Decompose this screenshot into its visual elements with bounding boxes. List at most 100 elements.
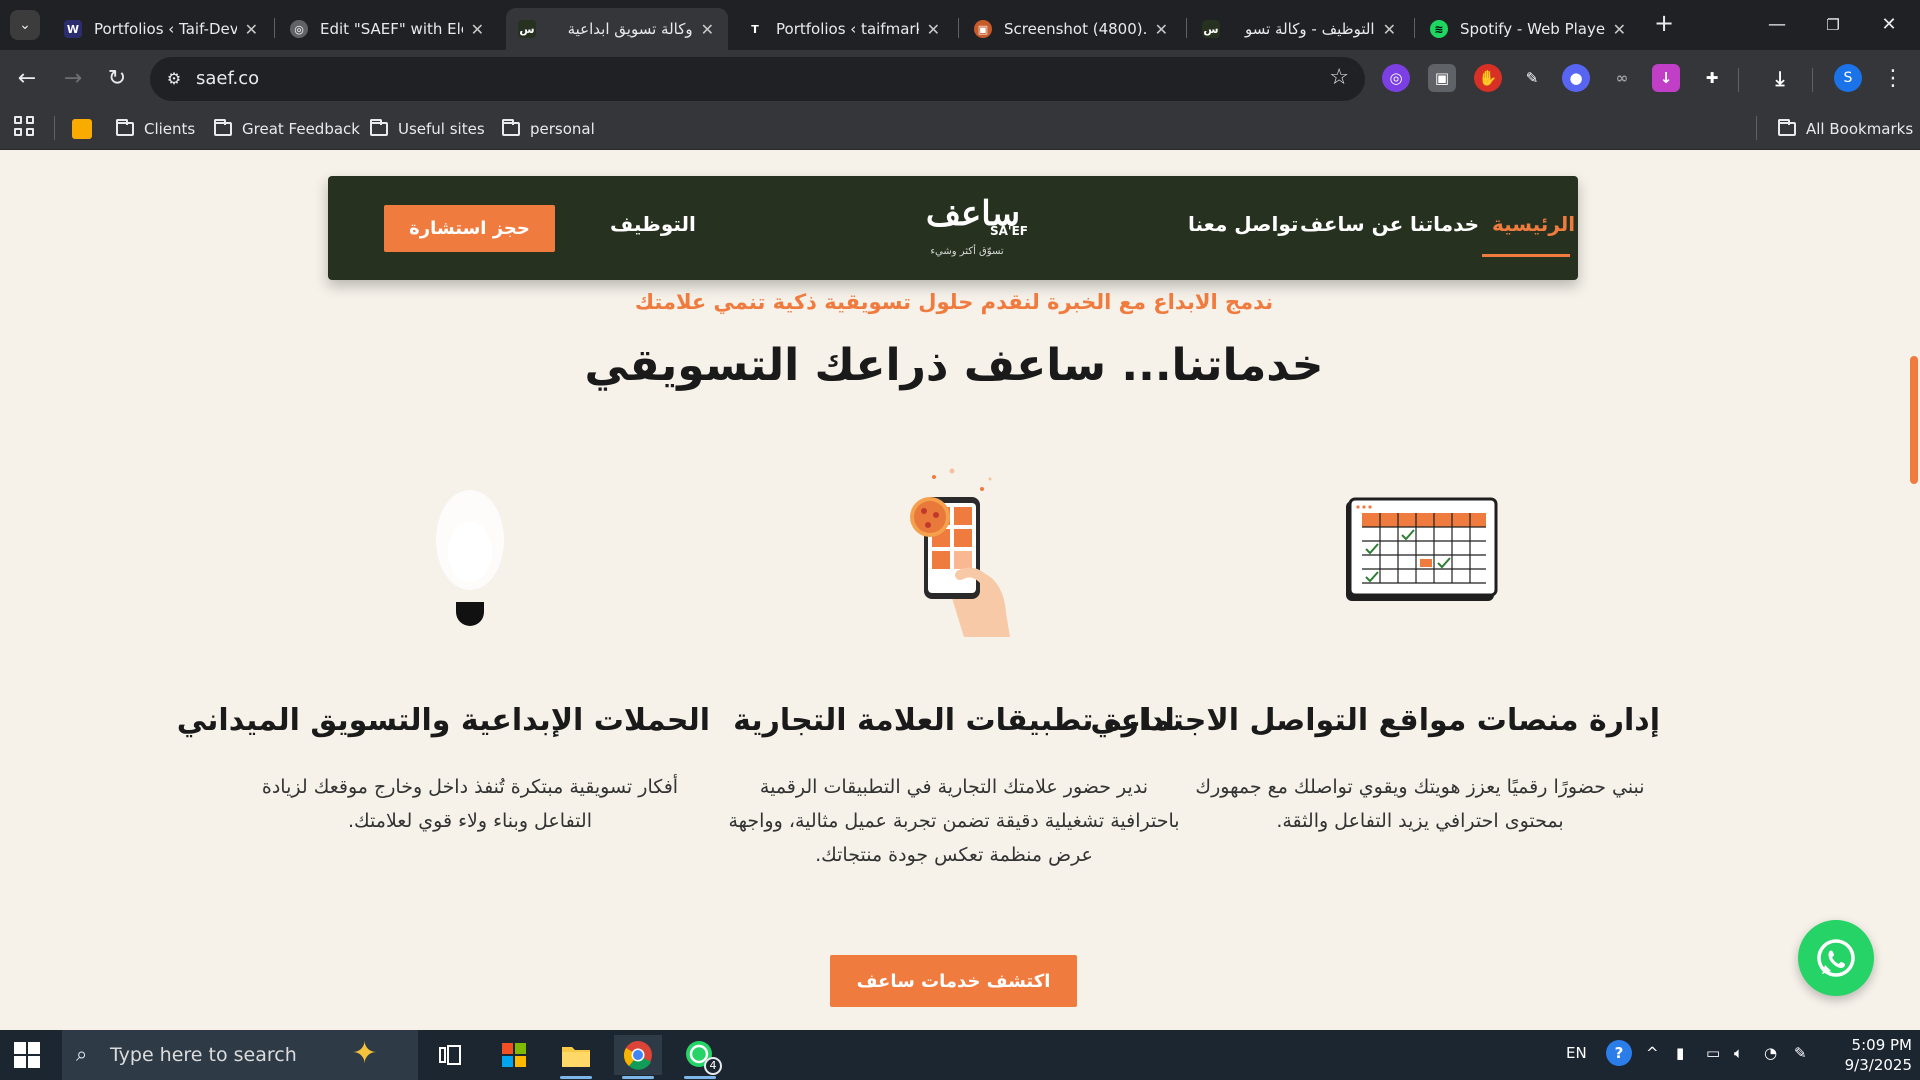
menu-kebab-icon[interactable]: ⋮: [1876, 62, 1910, 96]
extension-discord-icon[interactable]: ●: [1562, 64, 1590, 92]
address-bar[interactable]: ⚙ saef.co ☆: [150, 57, 1365, 101]
active-nav-underline: [1482, 254, 1570, 257]
nav-link-about[interactable]: عن ساعف: [1300, 212, 1403, 236]
restore-button[interactable]: ❐: [1806, 8, 1860, 42]
back-button[interactable]: ←: [10, 62, 44, 96]
scrollbar-thumb[interactable]: [1910, 356, 1918, 484]
extension-download-icon[interactable]: ↓: [1652, 64, 1680, 92]
apps-grid-icon[interactable]: [14, 116, 34, 136]
bookmarks-divider: [54, 116, 55, 140]
chevron-up-icon[interactable]: ^: [1646, 1044, 1659, 1062]
tab-divider: [958, 18, 959, 38]
tab-spotify[interactable]: ≋ Spotify - Web Player ✕: [1418, 8, 1640, 50]
image-viewer-icon: ▣: [974, 20, 992, 38]
site-info-icon[interactable]: ⚙: [162, 67, 186, 91]
file-explorer-icon[interactable]: [552, 1035, 600, 1079]
bookmarks-divider: [1756, 116, 1757, 140]
close-icon[interactable]: ✕: [471, 20, 484, 39]
service-desc-creative-campaigns: أفكار تسويقية مبتكرة تُنفذ داخل وخارج مو…: [261, 776, 679, 832]
tab-search-button[interactable]: ⌄: [10, 10, 40, 40]
service-title-brand-apps: ادارة تطبيقات العلامة التجارية: [733, 703, 1175, 738]
bookmark-sticky-note[interactable]: [72, 116, 92, 142]
windows-taskbar: ⌕ Type here to search ✦ 4 EN ? ^ ▮ ▭ 🔈︎ …: [0, 1030, 1920, 1080]
chrome-icon[interactable]: [614, 1035, 662, 1079]
service-desc-brand-apps: ندير حضور علامتك التجارية في التطبيقات ا…: [728, 776, 1180, 866]
reload-button[interactable]: ↻: [100, 62, 134, 96]
tab-careers[interactable]: س التوظيف - وكالة تسو ✕: [1190, 8, 1410, 50]
tab-screenshot[interactable]: ▣ Screenshot (4800).pn ✕: [962, 8, 1182, 50]
site-header-nav: حجز استشارة التوظيف ساعف SA'EF تسوّق أكث…: [328, 176, 1578, 280]
phone-food-app-illustration: [910, 468, 1010, 637]
new-tab-button[interactable]: +: [1650, 10, 1678, 38]
nav-link-contact[interactable]: تواصل معنا: [1188, 212, 1298, 236]
whatsapp-icon: [1817, 939, 1855, 977]
folder-icon: [502, 119, 520, 136]
url-text[interactable]: saef.co: [196, 68, 259, 89]
tab-portfolios-taif-dev[interactable]: W Portfolios ‹ Taif-Dev ✕: [52, 8, 272, 50]
service-title-social-media: إدارة منصات مواقع التواصل الاجتماعي: [1090, 703, 1660, 738]
task-view-icon[interactable]: [426, 1035, 474, 1075]
extensions-puzzle-icon[interactable]: ✚: [1698, 64, 1726, 92]
downloads-icon[interactable]: ⤓: [1766, 64, 1794, 92]
service-title-creative-campaigns: الحملات الإبداعية والتسويق الميداني: [176, 703, 710, 738]
tab-saef-home[interactable]: س وكالة تسويق ابداعية ✕: [506, 8, 728, 50]
saef-logo[interactable]: ساعف SA'EF تسوّق أكثر وشيء: [908, 194, 1038, 262]
tab-divider: [1186, 18, 1187, 38]
folder-icon: [116, 119, 134, 136]
whatsapp-taskbar-icon[interactable]: 4: [676, 1035, 724, 1079]
close-icon[interactable]: ✕: [1383, 20, 1396, 39]
pen-icon[interactable]: ✎: [1794, 1044, 1807, 1062]
wordpress-icon: W: [64, 20, 82, 38]
nav-link-home[interactable]: الرئيسية: [1492, 212, 1575, 236]
section-heading: خدماتنا... ساعف ذراعك التسويقي: [584, 340, 1324, 391]
volume-icon[interactable]: 🔈︎: [1734, 1044, 1743, 1062]
browser-toolbar: ← → ↻ ⚙ saef.co ☆ ◎ ▣ ✋ ✎ ● ∞ ↓ ✚ ⤓ S ⋮: [0, 50, 1920, 108]
close-window-button[interactable]: ✕: [1862, 8, 1916, 42]
folder-icon: [1778, 119, 1796, 136]
extension-camera-icon[interactable]: ▣: [1428, 64, 1456, 92]
bookmark-folder-useful-sites[interactable]: Useful sites: [370, 116, 485, 142]
microsoft-store-icon[interactable]: [490, 1035, 538, 1075]
windows-start-icon[interactable]: [14, 1042, 40, 1068]
tab-portfolios-taifmarke[interactable]: T Portfolios ‹ taifmarke ✕: [734, 8, 954, 50]
nav-link-services[interactable]: خدماتنا: [1410, 212, 1479, 236]
toolbar-divider: [1812, 68, 1813, 92]
discover-services-button[interactable]: اكتشف خدمات ساعف: [830, 955, 1077, 1007]
language-indicator[interactable]: EN: [1566, 1044, 1587, 1062]
tab-divider: [1414, 18, 1415, 38]
all-bookmarks-button[interactable]: All Bookmarks: [1778, 116, 1913, 142]
spotify-icon: ≋: [1430, 20, 1448, 38]
forward-button[interactable]: →: [56, 62, 90, 96]
page-scrollbar[interactable]: [1908, 150, 1920, 1030]
calendar-illustration: [1346, 497, 1498, 601]
sticky-note-icon: [72, 119, 92, 139]
bookmark-folder-great-feedback[interactable]: Great Feedback: [214, 116, 360, 142]
system-clock[interactable]: 5:09 PM 9/3/2025: [1820, 1035, 1912, 1075]
nav-link-careers[interactable]: التوظيف: [610, 212, 696, 236]
battery-icon[interactable]: ▭: [1706, 1044, 1720, 1062]
bookmark-folder-clients[interactable]: Clients: [116, 116, 195, 142]
bookmark-star-icon[interactable]: ☆: [1329, 65, 1349, 90]
tab-strip: ⌄ W Portfolios ‹ Taif-Dev ✕ ◎ Edit "SAEF…: [0, 0, 1920, 50]
close-icon[interactable]: ✕: [701, 20, 714, 39]
extension-instagram-icon[interactable]: ◎: [1382, 64, 1410, 92]
close-icon[interactable]: ✕: [927, 20, 940, 39]
extension-link-icon[interactable]: ∞: [1608, 64, 1636, 92]
close-icon[interactable]: ✕: [245, 20, 258, 39]
minimize-button[interactable]: —: [1750, 8, 1804, 42]
extension-hand-icon[interactable]: ✋: [1474, 64, 1502, 92]
bookmark-folder-personal[interactable]: personal: [502, 116, 595, 142]
tab-edit-saef[interactable]: ◎ Edit "SAEF" with Elem ✕: [278, 8, 498, 50]
profile-avatar[interactable]: S: [1834, 64, 1862, 92]
taskbar-search-box[interactable]: ⌕ Type here to search ✦: [62, 1030, 418, 1080]
whatsapp-float-button[interactable]: [1798, 920, 1874, 996]
extension-eyedropper-icon[interactable]: ✎: [1518, 64, 1546, 92]
close-icon[interactable]: ✕: [1155, 20, 1168, 39]
close-icon[interactable]: ✕: [1613, 20, 1626, 39]
book-consultation-button[interactable]: حجز استشارة: [384, 205, 555, 252]
service-desc-social-media: نبني حضورًا رقميًا يعزز هويتك ويقوي تواص…: [1195, 776, 1645, 832]
usb-drive-icon[interactable]: ▮: [1676, 1044, 1684, 1062]
network-icon[interactable]: ◔: [1764, 1044, 1777, 1062]
whatsapp-unread-badge: 4: [704, 1057, 722, 1075]
help-icon[interactable]: ?: [1606, 1040, 1632, 1066]
